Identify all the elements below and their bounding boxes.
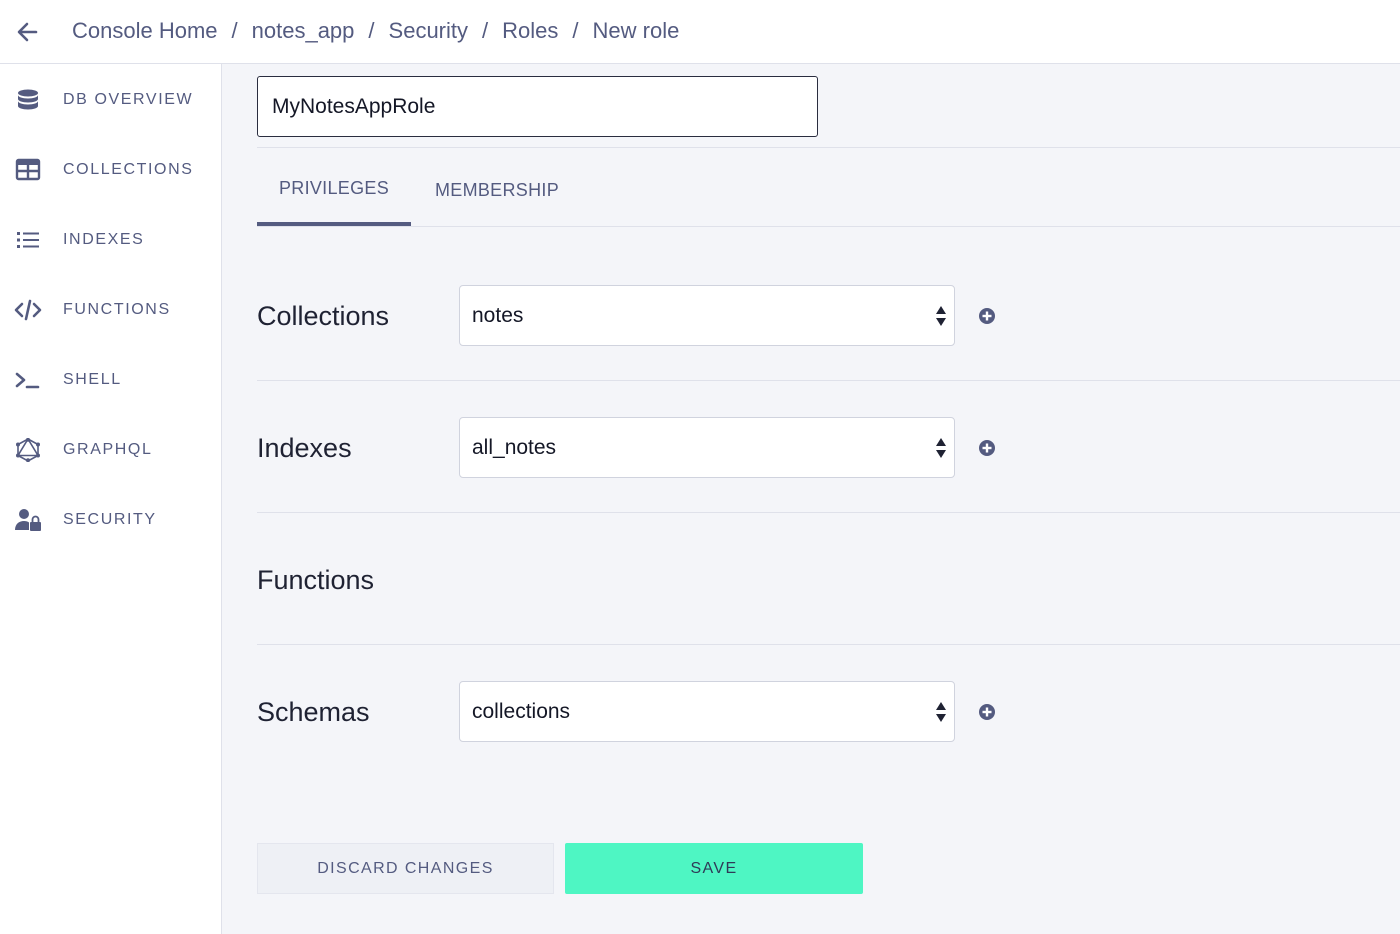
divider xyxy=(257,512,1400,513)
list-icon xyxy=(17,232,39,248)
save-button[interactable]: SAVE xyxy=(565,843,863,894)
add-index-icon[interactable] xyxy=(978,439,996,457)
indexes-label: Indexes xyxy=(257,433,352,463)
sidebar-item-indexes[interactable]: INDEXES xyxy=(0,218,221,262)
tab-membership[interactable]: MEMBERSHIP xyxy=(421,154,573,226)
schemas-select[interactable]: collections xyxy=(459,681,955,742)
divider xyxy=(257,226,1400,227)
indexes-select-value: all_notes xyxy=(472,436,557,459)
schemas-label: Schemas xyxy=(257,697,370,727)
sidebar: DB OVERVIEW COLLECTIONS INDEXES FUNCTION… xyxy=(0,64,222,934)
sidebar-item-label: GRAPHQL xyxy=(63,441,153,458)
select-arrows-icon xyxy=(936,702,946,722)
sidebar-item-label: SECURITY xyxy=(63,511,157,528)
collections-select-value: notes xyxy=(472,304,524,327)
breadcrumb-roles[interactable]: Roles xyxy=(502,18,558,44)
breadcrumb-separator: / xyxy=(482,18,489,43)
sidebar-item-db-overview[interactable]: DB OVERVIEW xyxy=(0,78,221,122)
breadcrumb: Console Home / notes_app / Security / Ro… xyxy=(72,0,679,62)
divider xyxy=(257,380,1400,381)
graphql-icon xyxy=(16,438,40,462)
breadcrumb-separator: / xyxy=(231,18,238,43)
sidebar-item-label: COLLECTIONS xyxy=(63,161,194,178)
sidebar-item-label: FUNCTIONS xyxy=(63,301,171,318)
sidebar-item-label: DB OVERVIEW xyxy=(63,91,194,108)
add-collection-icon[interactable] xyxy=(978,307,996,325)
sidebar-item-security[interactable]: SECURITY xyxy=(0,498,221,542)
table-icon xyxy=(15,158,41,181)
tab-privileges[interactable]: PRIVILEGES xyxy=(257,154,411,226)
breadcrumb-current: New role xyxy=(592,18,680,43)
top-bar: Console Home / notes_app / Security / Ro… xyxy=(0,0,1400,64)
collections-label: Collections xyxy=(257,301,390,331)
back-arrow-icon[interactable] xyxy=(14,18,42,46)
functions-label: Functions xyxy=(257,565,375,595)
sidebar-item-shell[interactable]: SHELL xyxy=(0,358,221,402)
role-editor: PRIVILEGES MEMBERSHIP Collections notes … xyxy=(222,64,1400,934)
breadcrumb-console-home[interactable]: Console Home xyxy=(72,18,218,44)
database-icon xyxy=(18,89,38,110)
breadcrumb-separator: / xyxy=(572,18,579,43)
terminal-icon xyxy=(15,372,40,389)
sidebar-item-functions[interactable]: FUNCTIONS xyxy=(0,288,221,332)
code-icon xyxy=(14,299,42,321)
schemas-select-value: collections xyxy=(472,700,571,723)
select-arrows-icon xyxy=(936,438,946,458)
breadcrumb-database[interactable]: notes_app xyxy=(252,18,355,44)
sidebar-item-label: INDEXES xyxy=(63,231,145,248)
sidebar-item-graphql[interactable]: GRAPHQL xyxy=(0,428,221,472)
indexes-select[interactable]: all_notes xyxy=(459,417,955,478)
sidebar-item-collections[interactable]: COLLECTIONS xyxy=(0,148,221,192)
divider xyxy=(257,147,1400,148)
divider xyxy=(257,644,1400,645)
breadcrumb-security[interactable]: Security xyxy=(389,18,468,44)
user-lock-icon xyxy=(15,509,41,531)
collections-select[interactable]: notes xyxy=(459,285,955,346)
discard-changes-button[interactable]: DISCARD CHANGES xyxy=(257,843,554,894)
add-schema-icon[interactable] xyxy=(978,703,996,721)
select-arrows-icon xyxy=(936,306,946,326)
sidebar-item-label: SHELL xyxy=(63,371,122,388)
role-name-input[interactable] xyxy=(257,76,818,137)
breadcrumb-separator: / xyxy=(368,18,375,43)
